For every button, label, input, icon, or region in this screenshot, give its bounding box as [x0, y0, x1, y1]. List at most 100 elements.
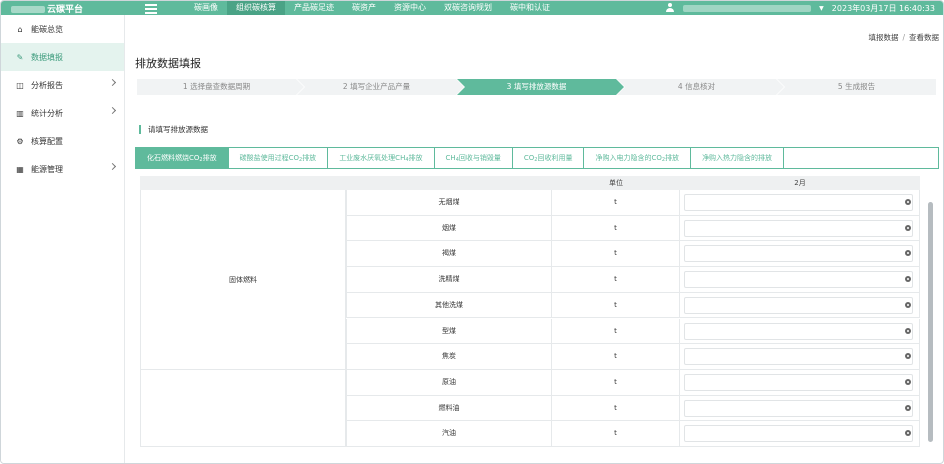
value-input[interactable] [684, 194, 913, 211]
value-cell [680, 216, 919, 241]
tab-emission-source[interactable]: 净购入热力隐含的排放 [691, 148, 785, 168]
value-cell [680, 319, 919, 344]
nav-item[interactable]: 组织碳核算 [227, 1, 285, 15]
tab-emission-source[interactable]: CH4回收与销毁量 [435, 148, 513, 168]
chevron-down-icon[interactable]: ▼ [819, 5, 824, 12]
table-row: 褐煤 t [346, 241, 920, 268]
tab-label-suffix: 排放 [408, 154, 423, 162]
settings-icon[interactable] [905, 301, 911, 308]
settings-icon[interactable] [905, 327, 911, 334]
unit-cell: t [552, 344, 680, 369]
unit-cell: t [552, 421, 680, 446]
step-item[interactable]: 3 填写排放源数据 [457, 79, 624, 95]
value-input[interactable] [684, 271, 913, 289]
main-content: 填报数据 / 查看数据 排放数据填报 1 选择盘查数据周期 2 填写企业产品产量 3 填… [125, 15, 943, 463]
tab-label-suffix: 排放 [202, 154, 217, 162]
table-row: 焦炭 t [346, 344, 920, 370]
sidebar: ⌂ 能碳总览 ✎ 数据填报 ◫ 分析报告 ▥ 统计分析 ⚙ 核算配置 ▦ 能源管理 [1, 15, 125, 463]
value-input[interactable] [684, 296, 913, 314]
nav-item[interactable]: 产品碳足迹 [285, 1, 343, 15]
chevron-right-icon [108, 162, 117, 171]
table-row: 汽油 t [346, 421, 920, 447]
tab-label: CO [523, 154, 535, 162]
sidebar-item-label: 统计分析 [31, 108, 63, 118]
unit-cell: t [552, 395, 680, 421]
nav-item[interactable]: 双碳咨询规划 [435, 1, 501, 15]
sidebar-item[interactable]: ◫ 分析报告 [1, 71, 124, 99]
home-icon: ⌂ [17, 24, 23, 34]
table-header: 单位 2月 [140, 176, 920, 190]
table-row: 无烟煤 t [346, 190, 920, 216]
tab-label: 工业废水厌氧处理CH [339, 154, 406, 162]
nav-item[interactable]: 资源中心 [385, 1, 435, 15]
value-input[interactable] [684, 399, 913, 417]
sidebar-item[interactable]: ⌂ 能碳总览 [1, 15, 124, 43]
value-cell [680, 344, 919, 369]
settings-icon[interactable] [905, 378, 911, 385]
settings-icon[interactable] [905, 199, 911, 205]
header-month: 2月 [794, 179, 806, 187]
sidebar-item[interactable]: ✎ 数据填报 [1, 43, 124, 71]
tab-emission-source[interactable]: 碳酸盐使用过程CO2排放 [229, 148, 329, 168]
value-cell [680, 267, 919, 292]
tab-label-suffix: 回收与销毁量 [458, 154, 501, 162]
tab-label-suffix: 回收利用量 [537, 154, 573, 162]
gears-icon: ⚙ [16, 136, 24, 146]
user-icon[interactable] [665, 3, 675, 13]
fuel-name: 褐煤 [346, 241, 552, 267]
nav-item[interactable]: 碳画像 [185, 1, 227, 15]
header-category [140, 176, 346, 190]
chevron-right-icon [108, 106, 117, 115]
tab-emission-source[interactable]: 净购入电力隐含的CO2排放 [584, 148, 692, 168]
sidebar-item[interactable]: ⚙ 核算配置 [1, 127, 124, 155]
step-progress: 1 选择盘查数据周期 2 填写企业产品产量 3 填写排放源数据 4 信息核对 5 生成报… [137, 79, 937, 95]
step-item[interactable]: 2 填写企业产品产量 [297, 79, 464, 95]
unit-cell: t [552, 369, 680, 395]
tab-emission-source[interactable]: 化石燃料燃烧CO2排放 [136, 148, 229, 168]
tab-emission-source[interactable]: CO2回收利用量 [513, 148, 585, 168]
step-item[interactable]: 5 生成报告 [777, 79, 936, 95]
breadcrumb-parent[interactable]: 填报数据 [868, 33, 898, 42]
tab-label-suffix: 排放 [302, 154, 317, 162]
table-row: 烟煤 t [346, 215, 920, 242]
step-item[interactable]: 4 信息核对 [617, 79, 784, 95]
sidebar-item[interactable]: ▥ 统计分析 [1, 99, 124, 127]
step-item[interactable]: 1 选择盘查数据周期 [137, 79, 304, 95]
table-row: 其他洗煤 t [346, 292, 920, 319]
top-right-area: ▼ 2023年03月17日 16:40:33 [665, 3, 943, 14]
sidebar-item[interactable]: ▦ 能源管理 [1, 155, 124, 183]
category-label: 固体燃料 [229, 275, 257, 284]
nav-item[interactable]: 碳中和认证 [501, 1, 559, 15]
table-row: 燃料油 t [346, 395, 920, 422]
value-input[interactable] [684, 348, 913, 366]
tab-emission-source[interactable]: 工业废水厌氧处理CH4排放 [328, 148, 435, 168]
table-scrollbar[interactable] [928, 202, 933, 442]
tab-label: 化石燃料燃烧CO [147, 154, 200, 162]
value-cell [680, 293, 919, 318]
value-input[interactable] [684, 219, 913, 237]
fuel-name: 其他洗煤 [346, 292, 552, 318]
nav-item[interactable]: 碳资产 [343, 1, 385, 15]
user-name-redacted[interactable] [683, 4, 812, 12]
value-input[interactable] [684, 322, 913, 340]
bar-chart-icon: ▥ [16, 108, 24, 118]
unit-cell: t [552, 292, 680, 318]
fuel-name: 原油 [346, 369, 552, 395]
fuel-name: 汽油 [346, 421, 552, 446]
value-input[interactable] [684, 245, 913, 263]
sidebar-item-label: 分析报告 [31, 80, 63, 90]
category-cell [140, 369, 346, 447]
tab-label: 净购入热力隐含的排放 [702, 154, 773, 162]
value-cell [680, 190, 919, 215]
value-input[interactable] [684, 425, 913, 443]
settings-icon[interactable] [905, 224, 911, 231]
table-row: 原油 t [346, 369, 920, 396]
value-input[interactable] [684, 373, 913, 391]
menu-toggle-icon[interactable] [143, 3, 161, 14]
main-nav: 碳画像 组织碳核算 产品碳足迹 碳资产 资源中心 双碳咨询规划 碳中和认证 [185, 1, 559, 15]
settings-icon[interactable] [905, 404, 911, 411]
edit-icon: ✎ [16, 52, 24, 62]
fuel-name: 燃料油 [346, 395, 552, 421]
map-icon: ▦ [16, 164, 24, 174]
source-tabs: 化石燃料燃烧CO2排放 碳酸盐使用过程CO2排放 工业废水厌氧处理CH4排放 CH4回… [135, 147, 939, 169]
